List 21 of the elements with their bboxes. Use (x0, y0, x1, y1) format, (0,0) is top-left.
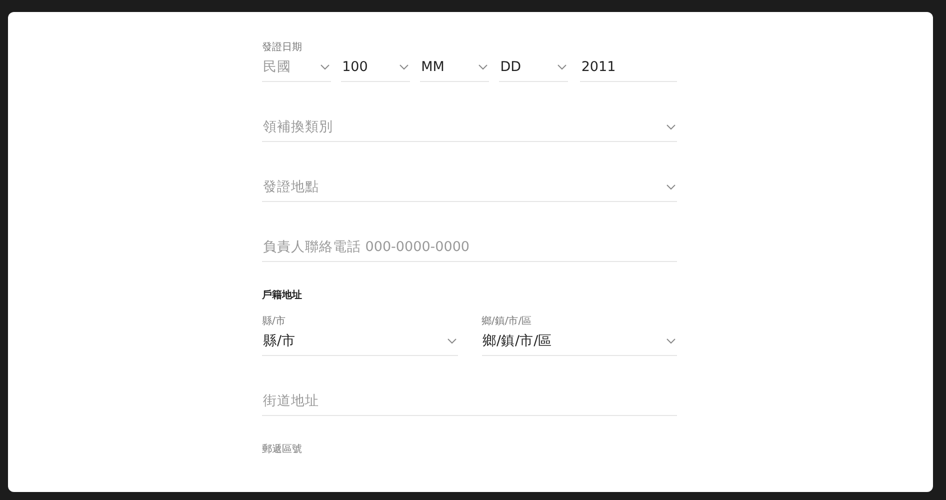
field-label: 鄉/鎮/市/區 (482, 316, 533, 328)
dropdown[interactable]: 縣/市 (262, 330, 458, 356)
chevron-down-icon (666, 338, 676, 344)
field-label: 縣/市 (262, 316, 286, 328)
input-field[interactable]: 2011 (580, 56, 678, 82)
input-field[interactable]: 負責人聯絡電話 000-0000-0000 (262, 236, 677, 262)
chevron-down-icon (320, 64, 330, 70)
chevron-down-icon (399, 64, 410, 70)
chevron-down-icon (478, 64, 488, 70)
field-label: 郵遞區號 (262, 444, 303, 456)
dropdown[interactable]: 鄉/鎮/市/區 (482, 330, 677, 356)
chevron-down-icon (666, 124, 676, 130)
section-heading: 戶籍地址 (262, 290, 303, 302)
dropdown[interactable]: 100 (341, 56, 410, 82)
chevron-down-icon (557, 64, 568, 70)
field-label: 發證日期 (262, 42, 303, 54)
chevron-down-icon (446, 338, 456, 344)
dropdown[interactable]: MM (420, 56, 490, 82)
chevron-down-icon (666, 184, 676, 190)
dropdown[interactable]: DD (499, 56, 568, 82)
input-field[interactable]: 街道地址 (262, 390, 677, 416)
